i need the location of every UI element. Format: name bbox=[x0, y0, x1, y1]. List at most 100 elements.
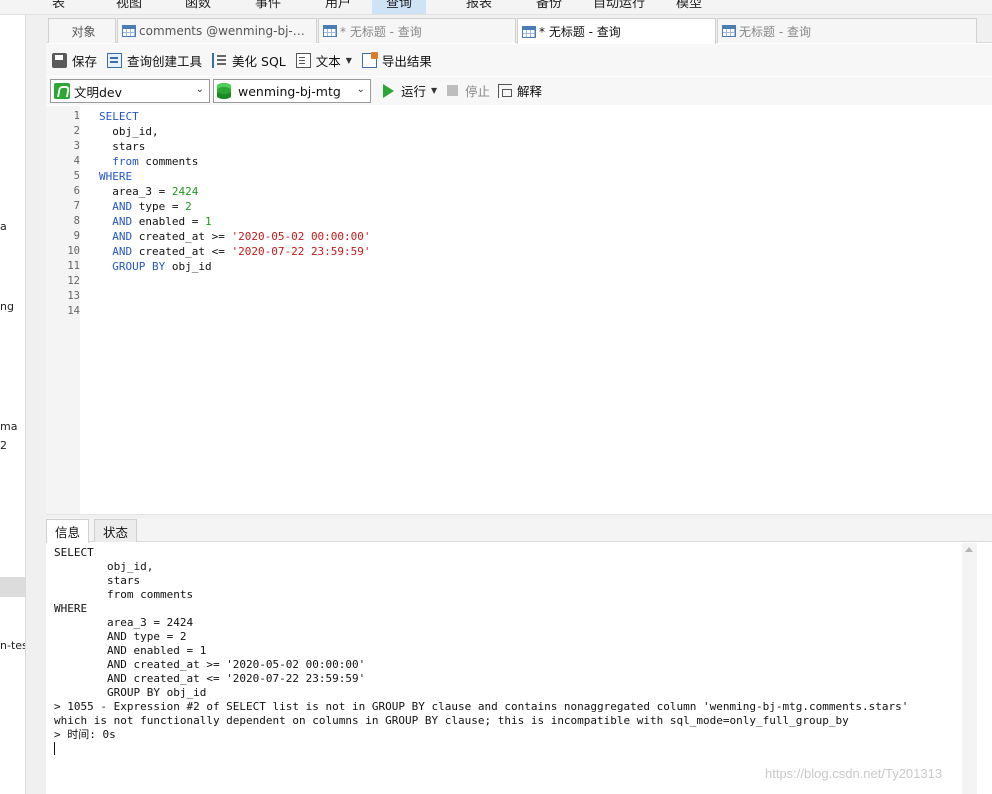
code-line[interactable]: from comments bbox=[99, 154, 198, 169]
code-line[interactable]: AND created_at <= '2020-07-22 23:59:59' bbox=[99, 244, 370, 259]
tab-untitled-query-active[interactable]: * 无标题 - 查询 bbox=[517, 18, 716, 44]
explain-button[interactable]: 解释 bbox=[498, 81, 542, 100]
tab-status[interactable]: 状态 bbox=[94, 519, 138, 542]
line-number-gutter: 1 2 3 4 5 6 7 8 9 10 11 12 13 14 bbox=[46, 106, 80, 514]
database-select[interactable]: wenming-bj-mtg ⌄ bbox=[213, 79, 371, 103]
tab-comments-table[interactable]: comments @wenming-bj-m... bbox=[117, 18, 317, 43]
code-line[interactable]: AND type = 2 bbox=[99, 199, 191, 214]
line-number: 9 bbox=[73, 230, 80, 242]
sql-text: area_3 = bbox=[99, 185, 172, 198]
nav-item-fragment[interactable]: ng bbox=[0, 300, 14, 313]
chevron-down-icon: ⌄ bbox=[195, 84, 204, 95]
menu-item-autorun[interactable]: 自动运行 bbox=[593, 0, 645, 11]
query-builder-button[interactable]: 查询创建工具 bbox=[107, 51, 202, 70]
tab-untitled-query-1[interactable]: * 无标题 - 查询 bbox=[318, 18, 516, 43]
connection-value: 文明dev bbox=[74, 84, 123, 100]
text-label: 文本 bbox=[315, 53, 341, 69]
line-number: 5 bbox=[73, 170, 80, 182]
navigator-panel: a ng ma 2 n-test bbox=[0, 15, 26, 794]
chevron-down-icon: ⌄ bbox=[356, 84, 365, 95]
message-line: which is not functionally dependent on c… bbox=[54, 714, 849, 727]
tab-objects[interactable]: 对象 bbox=[48, 18, 116, 43]
line-number: 12 bbox=[67, 275, 80, 287]
stop-button[interactable]: 停止 bbox=[447, 81, 490, 100]
nav-item-fragment[interactable]: a bbox=[0, 220, 7, 233]
sql-keyword: AND bbox=[112, 245, 133, 258]
nav-item-fragment[interactable]: ma bbox=[0, 420, 17, 433]
code-line[interactable]: obj_id, bbox=[99, 124, 159, 139]
code-line[interactable]: WHERE bbox=[99, 169, 132, 184]
line-number: 13 bbox=[67, 290, 80, 302]
nav-selected-row[interactable] bbox=[0, 577, 25, 597]
code-line[interactable]: area_3 = 2424 bbox=[99, 184, 198, 199]
code-line[interactable]: AND created_at >= '2020-05-02 00:00:00' bbox=[99, 229, 371, 244]
line-number: 11 bbox=[67, 260, 80, 272]
stop-icon bbox=[447, 85, 458, 96]
export-label: 导出结果 bbox=[381, 53, 432, 69]
message-line: GROUP BY obj_id bbox=[54, 686, 207, 699]
menu-item-function[interactable]: 函数 bbox=[185, 0, 211, 11]
query-icon bbox=[323, 25, 337, 37]
sql-text: type = bbox=[132, 200, 186, 213]
run-button[interactable]: 运行 ▼ bbox=[383, 81, 437, 100]
message-line: AND created_at >= '2020-05-02 00:00:00' bbox=[54, 658, 366, 671]
sql-keyword: WHERE bbox=[99, 170, 133, 183]
text-menu-button[interactable]: 文本 ▼ bbox=[295, 51, 352, 70]
tab-label: comments @wenming-bj-m... bbox=[139, 24, 312, 38]
sql-text: comments bbox=[138, 155, 199, 168]
query-builder-icon bbox=[107, 52, 123, 68]
menu-item-model[interactable]: 模型 bbox=[676, 0, 702, 11]
menu-item-report[interactable]: 报表 bbox=[466, 0, 492, 11]
right-edge bbox=[977, 543, 992, 794]
message-line: WHERE bbox=[54, 602, 88, 615]
message-line: AND enabled = 1 bbox=[54, 644, 207, 657]
nav-item-fragment[interactable]: n-test bbox=[0, 639, 25, 652]
nav-item-fragment[interactable]: 2 bbox=[0, 439, 7, 452]
menu-item-view[interactable]: 视图 bbox=[116, 0, 142, 11]
menu-item-user[interactable]: 用户 bbox=[325, 0, 351, 11]
sql-string: '2020-05-02 00:00:00' bbox=[231, 230, 371, 243]
sql-keyword: SELECT bbox=[99, 110, 139, 123]
message-line: AND type = 2 bbox=[54, 630, 187, 643]
code-line[interactable]: SELECT bbox=[99, 109, 139, 124]
tab-label: * 无标题 - 查询 bbox=[539, 25, 621, 39]
table-icon bbox=[122, 25, 136, 37]
export-results-button[interactable]: 导出结果 bbox=[361, 51, 432, 70]
menu-item-query[interactable]: 查询 bbox=[372, 0, 427, 14]
save-label: 保存 bbox=[72, 53, 98, 69]
menu-item-backup[interactable]: 备份 bbox=[536, 0, 562, 11]
code-line[interactable]: GROUP BY obj_id bbox=[99, 259, 211, 274]
connection-select[interactable]: 文明dev ⌄ bbox=[50, 79, 210, 103]
sql-keyword: GROUP BY bbox=[112, 260, 166, 273]
explain-label: 解释 bbox=[517, 84, 543, 99]
menu-item-event[interactable]: 事件 bbox=[255, 0, 281, 11]
message-line: AND created_at <= '2020-07-22 23:59:59' bbox=[54, 672, 366, 685]
menu-bar: 表 视图 函数 事件 用户 查询 报表 备份 自动运行 模型 bbox=[0, 0, 992, 15]
run-label: 运行 bbox=[401, 84, 427, 99]
tab-label: 无标题 - 查询 bbox=[739, 24, 811, 39]
editor-scrollbar[interactable] bbox=[977, 106, 992, 514]
code-line[interactable]: AND enabled = 1 bbox=[99, 214, 212, 229]
scroll-up-icon[interactable] bbox=[965, 547, 973, 552]
text-cursor bbox=[54, 742, 55, 755]
connection-icon bbox=[54, 83, 70, 99]
watermark: https://blog.csdn.net/Ty201313 bbox=[765, 766, 943, 781]
tab-info[interactable]: 信息 bbox=[46, 519, 90, 543]
code-line[interactable]: stars bbox=[99, 139, 145, 154]
message-output[interactable]: SELECT obj_id, stars from comments WHERE … bbox=[46, 543, 962, 794]
sql-text: obj_id, bbox=[99, 125, 159, 138]
tab-untitled-query-3[interactable]: 无标题 - 查询 bbox=[717, 18, 977, 43]
sql-text: created_at >= bbox=[132, 230, 232, 243]
stop-label: 停止 bbox=[465, 84, 491, 99]
save-button[interactable]: 保存 bbox=[52, 51, 97, 70]
menu-item-table[interactable]: 表 bbox=[52, 0, 65, 11]
message-scrollbar[interactable] bbox=[962, 543, 977, 794]
query-icon bbox=[722, 25, 736, 37]
sql-editor[interactable]: 1 2 3 4 5 6 7 8 9 10 11 12 13 14 SELECT obj_id, stars… bbox=[46, 106, 977, 514]
sql-number: 1 bbox=[204, 215, 212, 228]
beautify-sql-button[interactable]: 美化 SQL bbox=[212, 51, 286, 70]
